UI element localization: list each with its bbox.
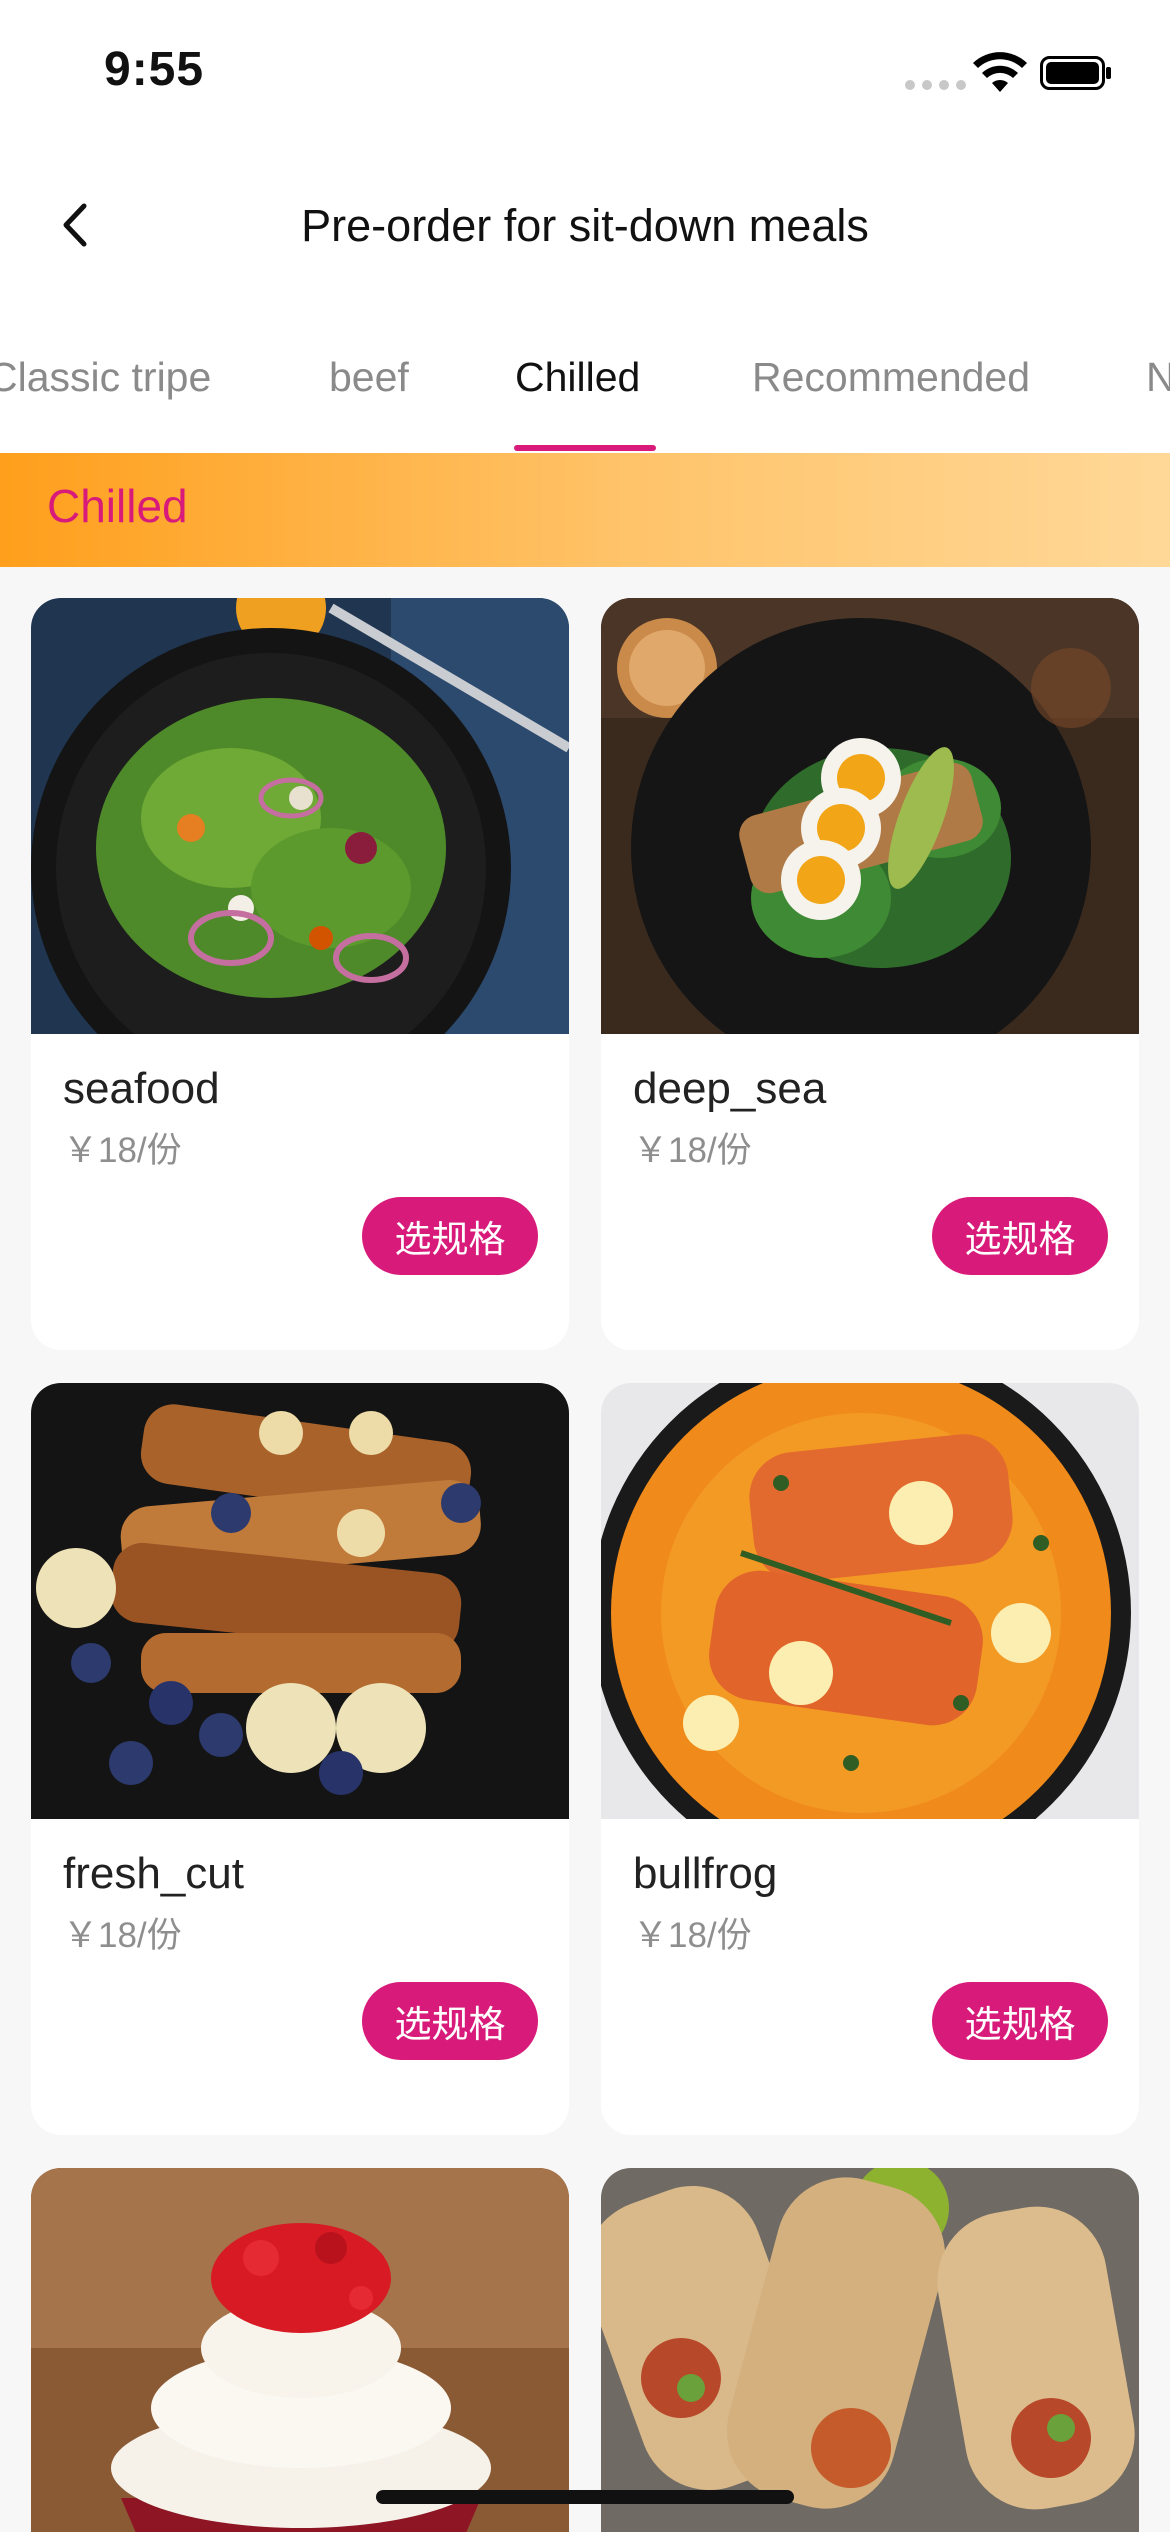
select-spec-button[interactable]: 选规格 [362,1982,538,2060]
status-bar: 9:55 [0,0,1170,150]
product-card[interactable]: fresh_cut ￥18/份 选规格 [31,1383,569,2135]
product-price: ￥18/份 [63,1131,182,1170]
product-price: ￥18/份 [63,1916,182,1955]
category-tabs: Classic tripe beef Chilled Recommended N [0,300,1170,453]
product-card[interactable] [31,2168,569,2532]
product-name: deep_sea [633,1064,827,1113]
tab-chilled[interactable]: Chilled [515,354,640,401]
cellular-signal-icon [905,80,966,90]
product-name: seafood [63,1064,220,1113]
wifi-icon [973,52,1027,92]
product-card[interactable] [601,2168,1139,2532]
tab-recommended[interactable]: Recommended [752,354,1030,401]
tab-beef[interactable]: beef [329,354,409,401]
home-indicator [376,2490,794,2504]
product-card[interactable]: seafood ￥18/份 选规格 [31,598,569,1350]
page-title: Pre-order for sit-down meals [301,200,869,251]
status-time: 9:55 [104,43,205,96]
product-image-salad [31,598,569,1034]
section-title: Chilled [47,480,188,532]
tab-next-partial[interactable]: N [1146,354,1170,401]
select-spec-button[interactable]: 选规格 [932,1982,1108,2060]
nav-bar: Pre-order for sit-down meals [0,150,1170,300]
product-image-salmon [601,1383,1139,1819]
product-price: ￥18/份 [633,1916,752,1955]
product-card[interactable]: deep_sea ￥18/份 选规格 [601,598,1139,1350]
product-name: fresh_cut [63,1849,244,1898]
product-image-french-toast [31,1383,569,1819]
product-image-wraps [601,2168,1139,2532]
product-price: ￥18/份 [633,1131,752,1170]
product-card[interactable]: bullfrog ￥18/份 选规格 [601,1383,1139,2135]
product-image-eggs [601,598,1139,1034]
tab-classic-tripe[interactable]: Classic tripe [0,354,211,401]
select-spec-button[interactable]: 选规格 [932,1197,1108,1275]
select-spec-button[interactable]: 选规格 [362,1197,538,1275]
active-tab-indicator [514,445,656,451]
product-image-cupcake [31,2168,569,2532]
battery-icon [1040,56,1111,90]
section-banner: Chilled [0,453,1170,567]
app-screen: 9:55 Pre-order for sit-down meals Classi… [0,0,1170,2532]
product-name: bullfrog [633,1849,778,1898]
